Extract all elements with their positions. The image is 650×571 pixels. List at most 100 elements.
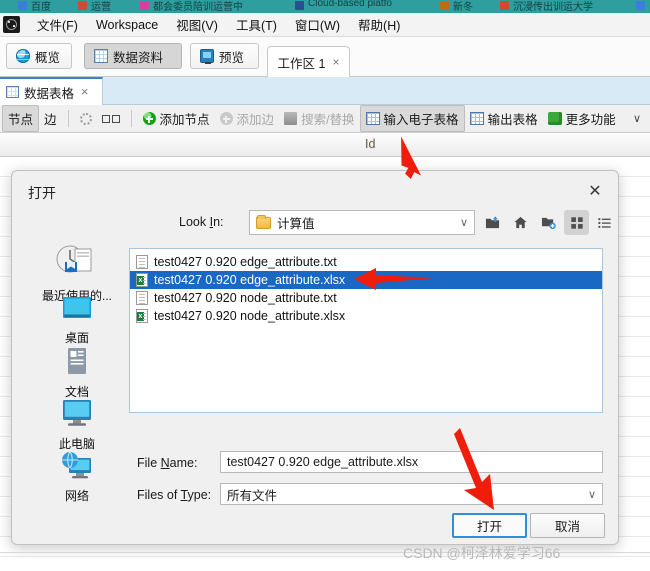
list-item[interactable]: test0427 0.920 node_attribute.txt [130, 289, 602, 307]
chevron-down-icon[interactable]: ∨ [460, 216, 468, 229]
home-icon[interactable] [508, 210, 533, 235]
file-name-input-value: test0427 0.920 edge_attribute.xlsx [227, 455, 419, 469]
lookin-value: 计算值 [277, 217, 315, 231]
toolbar-more-label: 更多功能 [565, 113, 616, 127]
sidebar-item-documents-label: 文档 [64, 385, 89, 399]
browser-tab[interactable]: 新冬 [453, 0, 473, 13]
table-small-icon [6, 86, 19, 98]
toolbar-add-node-label: 添加节点 [159, 113, 210, 127]
dialog-sidebar: 最近使用的... 桌面 文档 此电脑 网络 [32, 243, 122, 503]
file-type-value: 所有文件 [227, 488, 278, 503]
toolbar-export-spreadsheet-label: 输出表格 [487, 113, 538, 127]
cancel-button[interactable]: 取消 [530, 513, 605, 538]
sidebar-item-network[interactable]: 网络 [32, 451, 122, 504]
view-data-label: 数据资料 [113, 50, 164, 65]
toolbar-settings-button[interactable] [75, 110, 97, 128]
toolbar-export-spreadsheet-button[interactable]: 输出表格 [465, 106, 543, 131]
toolbar-add-node-button[interactable]: 添加节点 [138, 106, 215, 131]
tab-data-table[interactable]: 数据表格 × [0, 77, 103, 105]
open-button[interactable]: 打开 [452, 513, 527, 538]
text-file-icon [136, 291, 148, 305]
sidebar-item-desktop-label: 桌面 [64, 331, 89, 345]
file-name-label: test0427 0.920 edge_attribute.xlsx [154, 273, 346, 287]
close-icon[interactable]: ✕ [582, 179, 608, 203]
two-boxes-icon [101, 114, 120, 123]
text-file-icon [136, 255, 148, 269]
menu-workspace[interactable]: Workspace [87, 15, 167, 35]
lookin-label: Look In: [179, 215, 224, 229]
view-overview-label: 概览 [35, 50, 61, 65]
open-button-label: 打开 [476, 520, 502, 534]
file-type-dropdown[interactable]: 所有文件 ∨ [220, 483, 603, 505]
view-overview-button[interactable]: 概览 [6, 43, 72, 69]
tiles-view-icon[interactable] [564, 210, 589, 235]
file-name-label-text: File Name: [137, 456, 197, 470]
export-spreadsheet-icon [469, 112, 484, 125]
browser-tab-favicon [500, 1, 509, 10]
menu-tools[interactable]: 工具(T) [227, 12, 286, 37]
workspace-tab[interactable]: 工作区 1 × [267, 46, 350, 77]
table-column-header: Id [0, 133, 650, 157]
search-replace-icon [284, 112, 298, 125]
data-toolbar: 节点 边 添加节点 添加边 搜索/替换 输入电子表格 输出表格 更多功能 ∨ [0, 105, 650, 133]
list-item[interactable]: test0427 0.920 edge_attribute.xlsx [130, 271, 602, 289]
file-type-label-mnemonic: T [180, 488, 188, 502]
list-view-icon[interactable] [592, 210, 617, 235]
toolbar-add-edge-button[interactable]: 添加边 [215, 106, 280, 131]
toolbar-import-spreadsheet-label: 输入电子表格 [383, 113, 459, 127]
up-folder-icon[interactable] [480, 210, 505, 235]
toolbar-import-spreadsheet-button[interactable]: 输入电子表格 [359, 105, 465, 132]
menu-view[interactable]: 视图(V) [167, 12, 227, 37]
column-header-id[interactable]: Id [365, 137, 375, 151]
data-tab-row: 数据表格 × [0, 77, 650, 105]
network-icon [62, 451, 91, 479]
browser-tab[interactable]: 运营 [91, 0, 111, 13]
documents-icon [68, 348, 86, 374]
toolbar-edges-button[interactable]: 边 [39, 106, 62, 131]
chevron-down-icon[interactable]: ∨ [588, 488, 596, 501]
toolbar-more-button[interactable]: 更多功能 [543, 106, 621, 131]
toolbar-search-replace-button[interactable]: 搜索/替换 [279, 106, 359, 131]
lookin-dropdown[interactable]: 计算值 ∨ [249, 210, 475, 235]
view-mode-bar: 概览 数据资料 预览 工作区 1 × [0, 37, 650, 77]
browser-tab[interactable]: 沉浸传出训运大学 [513, 0, 593, 13]
menu-window[interactable]: 窗口(W) [286, 12, 349, 37]
menu-bar: 文件(F) Workspace 视图(V) 工具(T) 窗口(W) 帮助(H) [0, 13, 650, 37]
add-node-icon [142, 112, 156, 125]
file-list[interactable]: test0427 0.920 edge_attribute.txt test04… [129, 248, 603, 413]
list-item[interactable]: test0427 0.920 edge_attribute.txt [130, 253, 602, 271]
folder-icon [256, 214, 271, 229]
cancel-button-label: 取消 [554, 520, 580, 534]
settings-icon [79, 112, 92, 125]
list-item[interactable]: test0427 0.920 node_attribute.xlsx [130, 307, 602, 325]
tab-data-table-close-icon[interactable]: × [81, 85, 88, 99]
sidebar-item-this-pc[interactable]: 此电脑 [32, 399, 122, 452]
menu-help[interactable]: 帮助(H) [349, 12, 409, 37]
file-name-input[interactable]: test0427 0.920 edge_attribute.xlsx [220, 451, 603, 473]
import-spreadsheet-icon [365, 112, 380, 125]
toolbar-columns-button[interactable] [97, 112, 125, 126]
menu-file[interactable]: 文件(F) [28, 12, 87, 37]
new-folder-icon[interactable] [536, 210, 561, 235]
toolbar-nodes-label: 节点 [8, 113, 34, 127]
toolbar-overflow-chevron-icon[interactable]: ∨ [633, 112, 641, 125]
app-logo-icon [3, 16, 20, 33]
watermark-text: CSDN @柯泽林爱学习66 [403, 545, 561, 561]
workspace-tab-close-icon[interactable]: × [332, 55, 339, 69]
file-name-label-mnemonic: N [160, 456, 170, 470]
sidebar-item-desktop[interactable]: 桌面 [32, 295, 122, 346]
view-data-button[interactable]: 数据资料 [84, 43, 182, 69]
lookin-label-pre: Look [179, 215, 210, 229]
workspace-tab-label: 工作区 1 [277, 56, 326, 71]
browser-tab-favicon [78, 1, 87, 10]
browser-tab-favicon [140, 1, 149, 10]
file-type-label-pre: Files of [137, 488, 181, 502]
file-name-label: test0427 0.920 node_attribute.txt [154, 291, 337, 305]
toolbar-add-edge-label: 添加边 [236, 113, 275, 127]
desktop-icon [63, 297, 91, 318]
toolbar-nodes-button[interactable]: 节点 [2, 105, 40, 132]
sidebar-item-documents[interactable]: 文档 [32, 347, 122, 400]
sidebar-item-network-label: 网络 [64, 489, 89, 503]
view-preview-button[interactable]: 预览 [190, 43, 259, 69]
excel-file-icon [136, 273, 148, 287]
